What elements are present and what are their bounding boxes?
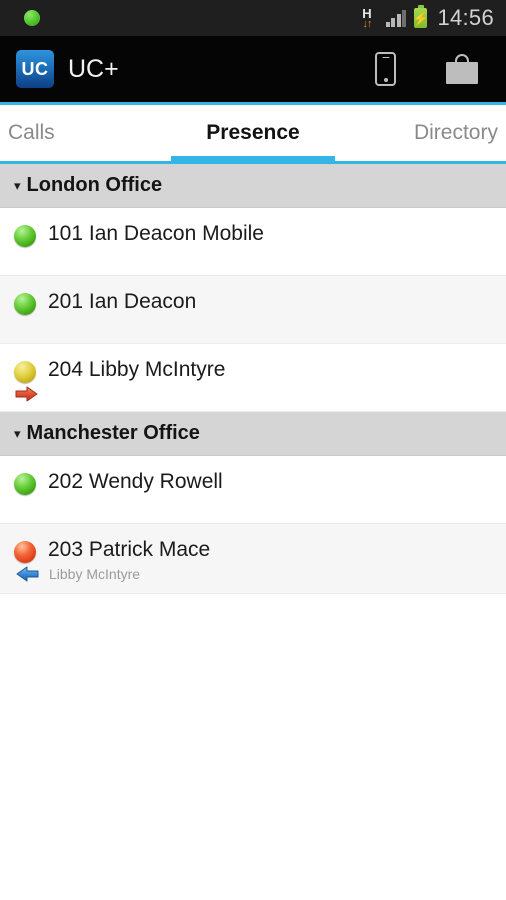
outgoing-call-arrow-icon — [15, 386, 38, 402]
contact-body: 201 Ian Deacon — [48, 289, 196, 315]
group-title: London Office — [26, 174, 163, 196]
call-status-row: Libby McIntyre — [14, 565, 492, 583]
contact-body: 202 Wendy Rowell — [48, 469, 223, 495]
tab-bar: Calls Presence Directory — [0, 105, 506, 164]
incoming-call-arrow-icon — [16, 566, 39, 582]
presence-status-icon — [14, 473, 36, 495]
call-status-row — [14, 385, 492, 403]
signal-bars-icon — [385, 9, 407, 27]
contact-name: 202 Wendy Rowell — [48, 470, 223, 493]
presence-status-icon — [14, 293, 36, 315]
group-header-london-office[interactable]: ▾ London Office — [0, 164, 506, 208]
group-header-manchester-office[interactable]: ▾ Manchester Office — [0, 412, 506, 456]
group-title: Manchester Office — [26, 422, 200, 444]
contact-name: 204 Libby McIntyre — [48, 358, 226, 381]
chevron-down-icon: ▾ — [14, 426, 21, 441]
presence-status-icon — [14, 225, 36, 247]
contact-name: 203 Patrick Mace — [48, 538, 211, 561]
contact-name: 201 Ian Deacon — [48, 290, 197, 313]
list-item[interactable]: 204 Libby McIntyre — [0, 344, 506, 412]
hspa-data-icon: H ↓↑ — [356, 5, 378, 30]
tab-presence[interactable]: Presence — [171, 105, 335, 161]
contact-body: 101 Ian Deacon Mobile — [48, 221, 264, 247]
presence-status-icon — [14, 541, 36, 563]
contact-name: 101 Ian Deacon Mobile — [48, 222, 264, 245]
hspa-arrows: ↓↑ — [362, 17, 372, 30]
hspa-letter: H — [362, 5, 372, 21]
tab-calls[interactable]: Calls — [0, 105, 171, 161]
briefcase-icon[interactable] — [446, 54, 478, 84]
list-item[interactable]: 202 Wendy Rowell — [0, 456, 506, 524]
status-bar: H ↓↑ ⚡ 14:56 — [0, 0, 506, 36]
mobile-phone-icon[interactable] — [375, 52, 396, 86]
chevron-down-icon: ▾ — [14, 178, 21, 193]
presence-list: ▾ London Office 101 Ian Deacon Mobile 20… — [0, 164, 506, 894]
status-bar-right: H ↓↑ ⚡ 14:56 — [356, 5, 494, 31]
contact-body: 203 Patrick Mace — [48, 537, 210, 563]
list-empty-area — [0, 594, 506, 894]
tab-directory[interactable]: Directory — [335, 105, 506, 161]
status-bar-left — [12, 10, 40, 26]
app-title: UC+ — [68, 54, 119, 83]
battery-charging-icon: ⚡ — [412, 5, 430, 28]
call-status-text: Libby McIntyre — [49, 566, 141, 582]
list-item[interactable]: 201 Ian Deacon — [0, 276, 506, 344]
contact-body: 204 Libby McIntyre — [48, 357, 225, 383]
list-item[interactable]: 101 Ian Deacon Mobile — [0, 208, 506, 276]
status-bar-clock: 14:56 — [437, 5, 494, 30]
presence-status-icon — [14, 361, 36, 383]
app-logo-icon[interactable]: UC — [16, 50, 54, 88]
action-bar: UC UC+ — [0, 36, 506, 102]
charging-bolt-icon: ⚡ — [412, 10, 430, 26]
list-item[interactable]: 203 Patrick Mace Libby McIntyre — [0, 524, 506, 594]
green-dot-icon — [24, 10, 40, 26]
action-bar-icons — [375, 52, 492, 86]
